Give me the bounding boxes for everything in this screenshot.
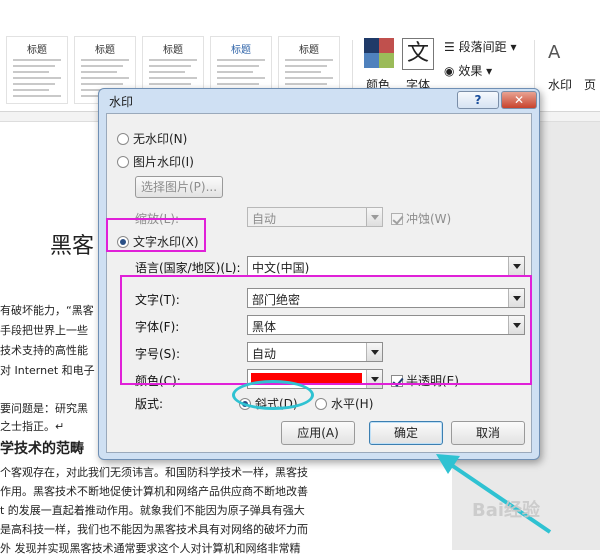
highlight-box bbox=[120, 275, 532, 385]
document-heading: 学技术的范畴 bbox=[0, 441, 84, 457]
style-thumbnail-line bbox=[13, 77, 61, 79]
style-thumbnail-line bbox=[13, 71, 49, 73]
picture-watermark-label: 图片水印(I) bbox=[133, 155, 194, 169]
style-thumbnail-line bbox=[285, 65, 327, 67]
help-icon: ? bbox=[474, 93, 482, 107]
style-thumbnail-line bbox=[149, 71, 185, 73]
document-line: 有破坏能力，“黑客 bbox=[0, 304, 94, 317]
site-watermark: Bai经验 bbox=[472, 500, 541, 521]
effects-icon: ◉ bbox=[444, 64, 455, 78]
style-thumbnail-title: 标题 bbox=[163, 45, 183, 56]
watermark-dialog: 水印 ? ✕ 无水印(N) 图片水印(I) 选择图片(P)... 缩放(L): … bbox=[98, 88, 540, 460]
no-watermark-label: 无水印(N) bbox=[133, 132, 188, 146]
dialog-titlebar[interactable]: 水印 ? ✕ bbox=[99, 89, 539, 111]
style-thumbnail-title: 标题 bbox=[95, 45, 115, 56]
select-picture-button[interactable]: 选择图片(P)... bbox=[135, 176, 223, 198]
style-thumbnail-line bbox=[149, 77, 197, 79]
style-thumbnail-line bbox=[217, 77, 265, 79]
close-button[interactable]: ✕ bbox=[501, 91, 537, 109]
style-thumbnail-line bbox=[13, 59, 61, 61]
close-icon: ✕ bbox=[513, 93, 525, 107]
radio-circle bbox=[315, 397, 327, 410]
help-button[interactable]: ? bbox=[457, 91, 499, 109]
style-thumbnail-line bbox=[149, 83, 191, 85]
document-line: t 的发展一直起着推动作用。就象我们不能因为原子弹具有强大 bbox=[0, 504, 305, 517]
watermark-icon[interactable]: A bbox=[548, 42, 560, 63]
picture-watermark-radio[interactable]: 图片水印(I) bbox=[117, 153, 194, 170]
document-line: 外 发现并实现黑客技术通常要求这个人对计算机和网络非常精 bbox=[0, 542, 301, 555]
style-thumbnail-line bbox=[13, 95, 61, 97]
style-thumbnail-title: 标题 bbox=[27, 45, 47, 56]
checkbox-box bbox=[391, 212, 403, 225]
page-color-label[interactable]: 页 bbox=[584, 76, 596, 93]
dialog-title: 水印 bbox=[109, 95, 134, 109]
document-line: 之士指正。↵ bbox=[0, 420, 65, 433]
style-thumbnail-line bbox=[285, 83, 327, 85]
document-line: 作用。黑客技术不断地促使计算机和网络产品供应商不断地改善 bbox=[0, 485, 308, 498]
style-thumbnail-line bbox=[13, 89, 49, 91]
document-line: 对 Internet 和电子 bbox=[0, 364, 95, 377]
document-line: 手段把世界上一些 bbox=[0, 324, 88, 337]
horizontal-radio[interactable]: 水平(H) bbox=[315, 395, 373, 412]
style-thumbnail-line bbox=[149, 65, 191, 67]
style-thumbnail-line bbox=[285, 77, 333, 79]
language-select[interactable]: 中文(中国) bbox=[247, 256, 525, 276]
style-thumbnail-line bbox=[217, 59, 265, 61]
effects-label: 效果 bbox=[458, 64, 483, 78]
fonts-icon[interactable]: 文 bbox=[402, 38, 434, 70]
document-line: 技术支持的高性能 bbox=[0, 344, 88, 357]
document-line: 要问题是：研究黑 bbox=[0, 402, 88, 415]
no-watermark-radio[interactable]: 无水印(N) bbox=[117, 130, 187, 147]
highlight-ellipse bbox=[232, 380, 314, 410]
effects-button[interactable]: ◉ 效果 ▾ bbox=[444, 62, 492, 79]
document-line: 是高科技一样，我们也不能因为黑客技术具有对网络的破坏力而 bbox=[0, 523, 308, 536]
watermark-label[interactable]: 水印 bbox=[548, 76, 572, 93]
style-thumbnail-line bbox=[217, 83, 259, 85]
style-thumbnail-title: 标题 bbox=[231, 45, 251, 56]
paragraph-spacing-label: 段落间距 bbox=[458, 40, 507, 54]
style-thumbnail-line bbox=[81, 77, 129, 79]
chevron-down-icon: ▾ bbox=[510, 40, 517, 54]
radio-circle bbox=[117, 155, 129, 168]
apply-button[interactable]: 应用(A) bbox=[281, 421, 355, 445]
style-thumbnail-line bbox=[81, 83, 123, 85]
layout-label: 版式: bbox=[135, 397, 164, 411]
scale-select[interactable]: 自动 bbox=[247, 207, 383, 227]
paragraph-spacing-button[interactable]: ☰ 段落间距 ▾ bbox=[444, 38, 516, 55]
style-thumbnail-line bbox=[149, 59, 197, 61]
style-thumbnail-line bbox=[285, 71, 321, 73]
style-thumbnail-line bbox=[81, 71, 117, 73]
style-thumbnail[interactable]: 标题 bbox=[6, 36, 68, 104]
radio-circle bbox=[117, 132, 129, 145]
colors-icon[interactable] bbox=[364, 38, 394, 68]
chevron-down-icon bbox=[366, 208, 382, 226]
language-label: 语言(国家/地区)(L): bbox=[135, 261, 241, 275]
style-thumbnail-title: 标题 bbox=[299, 45, 319, 56]
chevron-down-icon: ▾ bbox=[486, 64, 493, 78]
annotation-arrow-icon bbox=[436, 454, 552, 534]
language-value: 中文(中国) bbox=[252, 261, 310, 275]
style-thumbnail-line bbox=[217, 71, 253, 73]
style-thumbnail-line bbox=[81, 59, 129, 61]
style-thumbnail-line bbox=[217, 65, 259, 67]
document-title: 黑客 bbox=[50, 234, 95, 259]
washout-checkbox[interactable]: 冲蚀(W) bbox=[391, 210, 451, 227]
document-line: 个客观存在，对此我们无须讳言。和国防科学技术一样，黑客技 bbox=[0, 466, 308, 479]
highlight-box bbox=[106, 218, 206, 252]
horizontal-label: 水平(H) bbox=[331, 397, 374, 411]
paragraph-spacing-icon: ☰ bbox=[444, 40, 455, 54]
style-thumbnail-line bbox=[285, 59, 333, 61]
chevron-down-icon bbox=[508, 257, 524, 275]
style-thumbnail-line bbox=[81, 65, 123, 67]
washout-label: 冲蚀(W) bbox=[406, 212, 452, 226]
scale-value: 自动 bbox=[252, 212, 277, 226]
style-thumbnail-line bbox=[13, 83, 55, 85]
style-thumbnail-line bbox=[13, 65, 55, 67]
